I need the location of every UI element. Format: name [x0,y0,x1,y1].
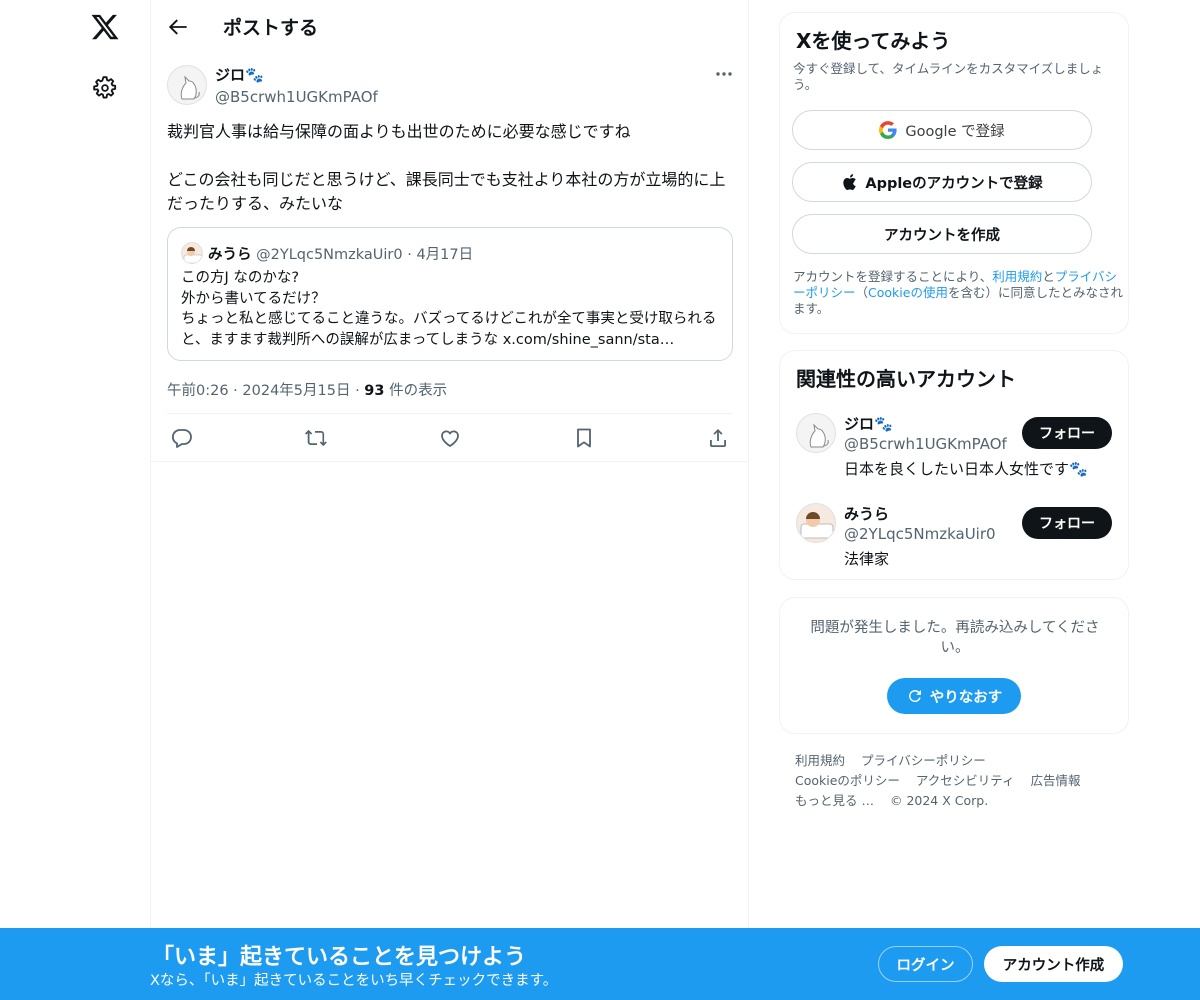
sleeping-avatar-icon [183,247,202,263]
error-message: 問題が発生しました。再読み込みしてください。 [810,620,1100,656]
post-meta: 午前0:26 · 2024年5月15日 · 93 件の表示 [167,379,447,400]
account-handle: @B5crwh1UGKmPAOf [844,435,1007,453]
relevant-accounts-card: 関連性の高いアカウント ジロ🐾 @B5crwh1UGKmPAOf 日本を良くした… [779,350,1129,580]
terms-notice: アカウントを登録することにより、利用規約とプライバシーポリシー（Cookieの使… [793,269,1123,317]
error-card: 問題が発生しました。再読み込みしてください。 やりなおす [779,597,1129,734]
terms-text: （ [855,285,869,300]
quote-separator: · [407,247,412,263]
quote-body: この方J なのかな? 外から書いてるだけ？ ちょっと私と感じてること違うな。バズ… [181,268,726,350]
footer-links: 利用規約 プライバシーポリシー Cookieのポリシー アクセシビリティ 広告情… [795,751,1125,811]
bookmark-icon[interactable] [572,426,596,450]
quoted-post[interactable]: みうら @2YLqc5NmzkaUir0 · 4月17日 この方J なのかな? … [167,227,733,361]
cat-avatar-icon [180,75,200,100]
post-date[interactable]: 2024年5月15日 [242,383,350,399]
footer-more-link[interactable]: もっと見る … [795,793,874,808]
quote-line: この方J なのかな? [181,270,300,286]
back-arrow-icon[interactable] [165,14,191,40]
footer-cookie-link[interactable]: Cookieのポリシー [795,773,900,788]
signup-button[interactable]: アカウント作成 [984,946,1123,982]
cat-avatar-icon [809,423,829,448]
sleeping-avatar-icon [800,512,834,539]
login-button[interactable]: ログイン [878,946,973,982]
footer-privacy-link[interactable]: プライバシーポリシー [861,753,986,768]
author-handle[interactable]: @B5crwh1UGKmPAOf [215,88,378,106]
terms-text: アカウントを登録することにより、 [793,269,993,284]
account-handle: @2YLqc5NmzkaUir0 [844,525,996,543]
refresh-icon [908,690,921,702]
account-item[interactable]: みうら @2YLqc5NmzkaUir0 法律家 フォロー [780,503,1128,583]
account-name: みうら [844,505,890,523]
google-signup-button[interactable]: Google で登録 [792,110,1092,150]
quote-header: みうら @2YLqc5NmzkaUir0 · 4月17日 [208,243,473,264]
banner-subtitle: Xなら、「いま」起きていることをいち早くチェックできます。 [150,973,558,989]
post-text: 裁判官人事は給与保障の面よりも出世のために必要な感じですね どこの会社も同じだと… [167,120,733,240]
signup-card: Xを使ってみよう 今すぐ登録して、タイムラインをカスタマイズしましょう。 Goo… [779,12,1129,334]
google-signup-label: Google で登録 [905,123,1005,140]
account-bio: 法律家 [844,550,890,568]
create-account-button[interactable]: アカウントを作成 [792,214,1092,254]
meta-separator: · [355,383,360,399]
relevant-accounts-title: 関連性の高いアカウント [796,367,1016,391]
quote-author-name: みうら [208,247,252,263]
retry-label: やりなおす [929,689,1003,706]
author-avatar[interactable] [167,65,207,105]
repost-icon[interactable] [304,426,328,450]
footer-accessibility-link[interactable]: アクセシビリティ [916,773,1015,788]
meta-separator: · [233,383,238,399]
signup-title: Xを使ってみよう [796,29,951,53]
footer-terms-link[interactable]: 利用規約 [795,753,845,768]
signup-subtitle: 今すぐ登録して、タイムラインをカスタマイズしましょう。 [793,61,1104,92]
terms-link[interactable]: 利用規約 [992,269,1042,284]
account-avatar [796,503,836,543]
post-text-line: どこの会社も同じだと思うけど、課長同士でも支社より本社の方が立場的に上だったりす… [167,170,726,213]
footer-copyright: © 2024 X Corp. [889,793,989,808]
apple-signup-button[interactable]: Appleのアカウントで登録 [792,162,1092,202]
post-text-line: 裁判官人事は給与保障の面よりも出世のために必要な感じですね [167,122,631,141]
quote-line: ちょっと私と感じてること違うな。バズってるけどこれが全て事実と受け取られると、ま… [181,311,717,348]
left-nav [0,0,150,1000]
divider [167,413,733,414]
cookie-link[interactable]: Cookieの使用 [868,285,948,300]
apple-icon [843,174,857,190]
views-count: 93 [364,383,385,399]
more-options-icon[interactable] [711,64,737,84]
quote-date: 4月17日 [416,247,474,263]
google-icon [879,121,897,139]
terms-text: と [1042,269,1055,284]
quote-author-avatar [181,242,203,264]
apple-signup-label: Appleのアカウントで登録 [865,175,1043,192]
post-author: ジロ🐾 @B5crwh1UGKmPAOf [215,64,378,106]
main-column: ポストする ジロ🐾 @B5crwh1UGKmPAOf 裁判官人事は給与保障の面よ… [150,0,749,1000]
account-bio: 日本を良くしたい日本人女性です🐾 [844,460,1088,478]
post-time[interactable]: 午前0:26 [167,383,229,399]
gear-icon[interactable] [92,75,118,101]
divider [151,461,749,462]
quote-line: 外から書いてるだけ？ [181,290,326,307]
page-title: ポストする [223,17,319,39]
x-logo-icon[interactable] [90,12,120,42]
banner-title: 「いま」起きていることを見つけよう [152,945,527,970]
author-name[interactable]: ジロ🐾 [215,64,378,85]
footer-ads-link[interactable]: 広告情報 [1031,773,1081,788]
reply-icon[interactable] [170,426,194,450]
like-heart-icon[interactable] [438,426,462,450]
share-icon[interactable] [706,426,730,450]
account-name: ジロ🐾 [844,415,893,433]
account-item[interactable]: ジロ🐾 @B5crwh1UGKmPAOf 日本を良くしたい日本人女性です🐾 フォ… [780,413,1128,493]
account-avatar [796,413,836,453]
views-label: 件の表示 [389,383,448,399]
signup-banner: 「いま」起きていることを見つけよう Xなら、「いま」起きていることをいち早くチェ… [0,928,1200,1000]
follow-button[interactable]: フォロー [1022,417,1112,449]
follow-button[interactable]: フォロー [1022,507,1112,539]
quote-author-handle: @2YLqc5NmzkaUir0 [256,247,403,263]
top-bar: ポストする [151,0,749,53]
retry-button[interactable]: やりなおす [887,678,1021,714]
